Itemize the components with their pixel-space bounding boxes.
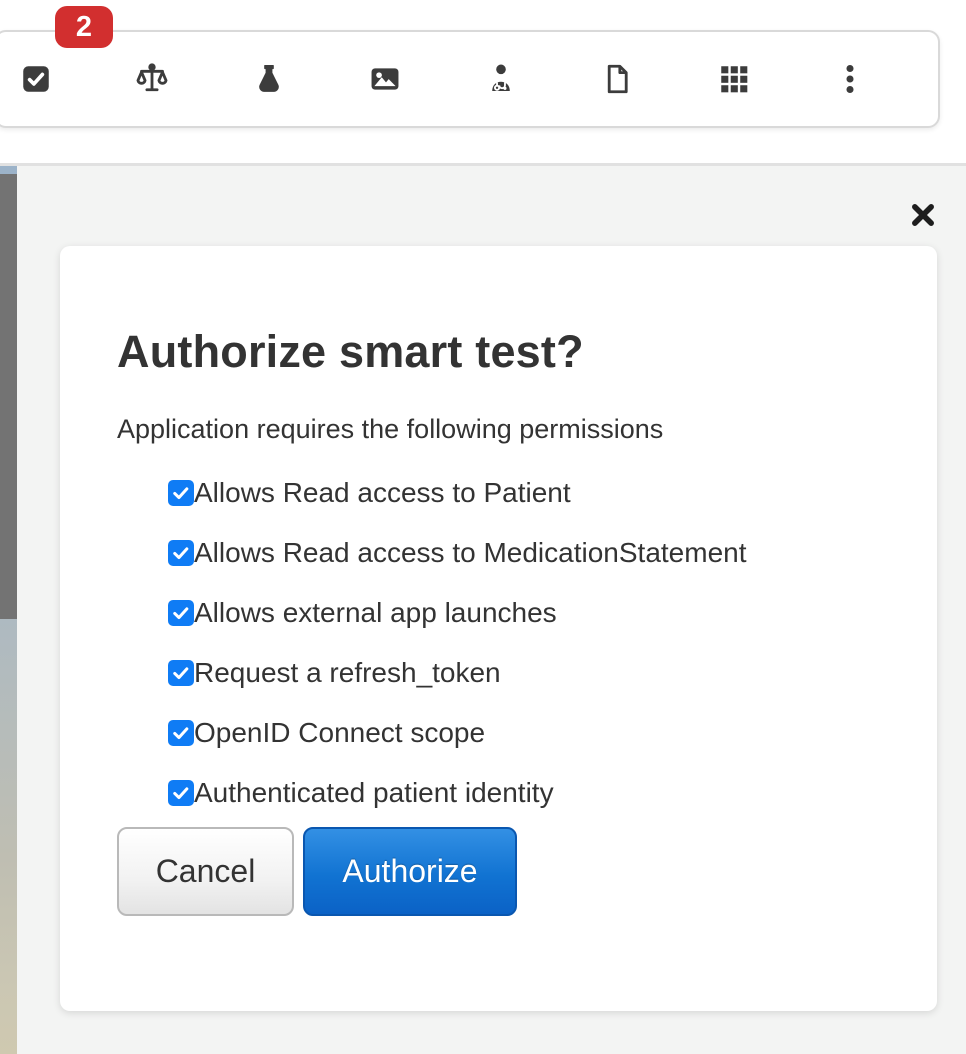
flask-icon-glyph [252,62,286,96]
page-edge-highlight [0,166,17,174]
permission-checkbox[interactable] [168,600,194,626]
permission-checkbox[interactable] [168,540,194,566]
grid-icon-glyph [717,62,751,96]
document-icon-glyph [600,62,634,96]
check-square-icon[interactable] [18,61,54,97]
checkmark-icon [171,663,191,683]
dialog-buttons: Cancel Authorize [117,827,880,916]
authorize-button[interactable]: Authorize [303,827,517,916]
permission-label: Allows Read access to Patient [194,477,571,509]
permission-label: OpenID Connect scope [194,717,485,749]
permission-label: Allows external app launches [194,597,557,629]
permission-checkbox[interactable] [168,720,194,746]
document-icon[interactable] [599,61,635,97]
permission-row: Authenticated patient identity [168,763,880,823]
scales-icon-glyph [135,62,169,96]
permission-row: Allows Read access to MedicationStatemen… [168,523,880,583]
modal-overlay: Authorize smart test? Application requir… [0,163,966,1054]
cancel-button[interactable]: Cancel [117,827,294,916]
permission-row: Request a refresh_token [168,643,880,703]
permission-label: Request a refresh_token [194,657,501,689]
image-icon-glyph [368,62,402,96]
notification-badge: 2 [55,6,113,48]
checkmark-icon [171,603,191,623]
authorize-dialog: Authorize smart test? Application requir… [60,246,937,1011]
checkmark-icon [171,483,191,503]
extension-toolbar [0,30,940,128]
page-left-sliver [0,166,17,1054]
doctor-icon[interactable] [483,61,519,97]
checkmark-icon [171,783,191,803]
kebab-menu-icon-glyph [833,62,867,96]
permission-row: Allows Read access to Patient [168,463,880,523]
close-icon [909,201,937,229]
grid-icon[interactable] [716,61,752,97]
permission-checkbox[interactable] [168,780,194,806]
check-square-icon-glyph [19,62,53,96]
dialog-subtitle: Application requires the following permi… [117,414,880,445]
permission-label: Authenticated patient identity [194,777,554,809]
image-icon[interactable] [367,61,403,97]
dialog-title: Authorize smart test? [117,326,880,378]
doctor-icon-glyph [484,62,518,96]
scales-icon[interactable] [134,61,170,97]
permission-row: OpenID Connect scope [168,703,880,763]
permissions-list: Allows Read access to Patient Allows Rea… [117,463,880,823]
scrollbar-track[interactable] [0,619,17,1054]
permission-row: Allows external app launches [168,583,880,643]
kebab-menu-icon[interactable] [832,61,868,97]
checkmark-icon [171,543,191,563]
permission-checkbox[interactable] [168,480,194,506]
close-button[interactable] [908,200,938,230]
permission-checkbox[interactable] [168,660,194,686]
permission-label: Allows Read access to MedicationStatemen… [194,537,747,569]
checkmark-icon [171,723,191,743]
scrollbar-thumb[interactable] [0,174,17,619]
flask-icon[interactable] [251,61,287,97]
